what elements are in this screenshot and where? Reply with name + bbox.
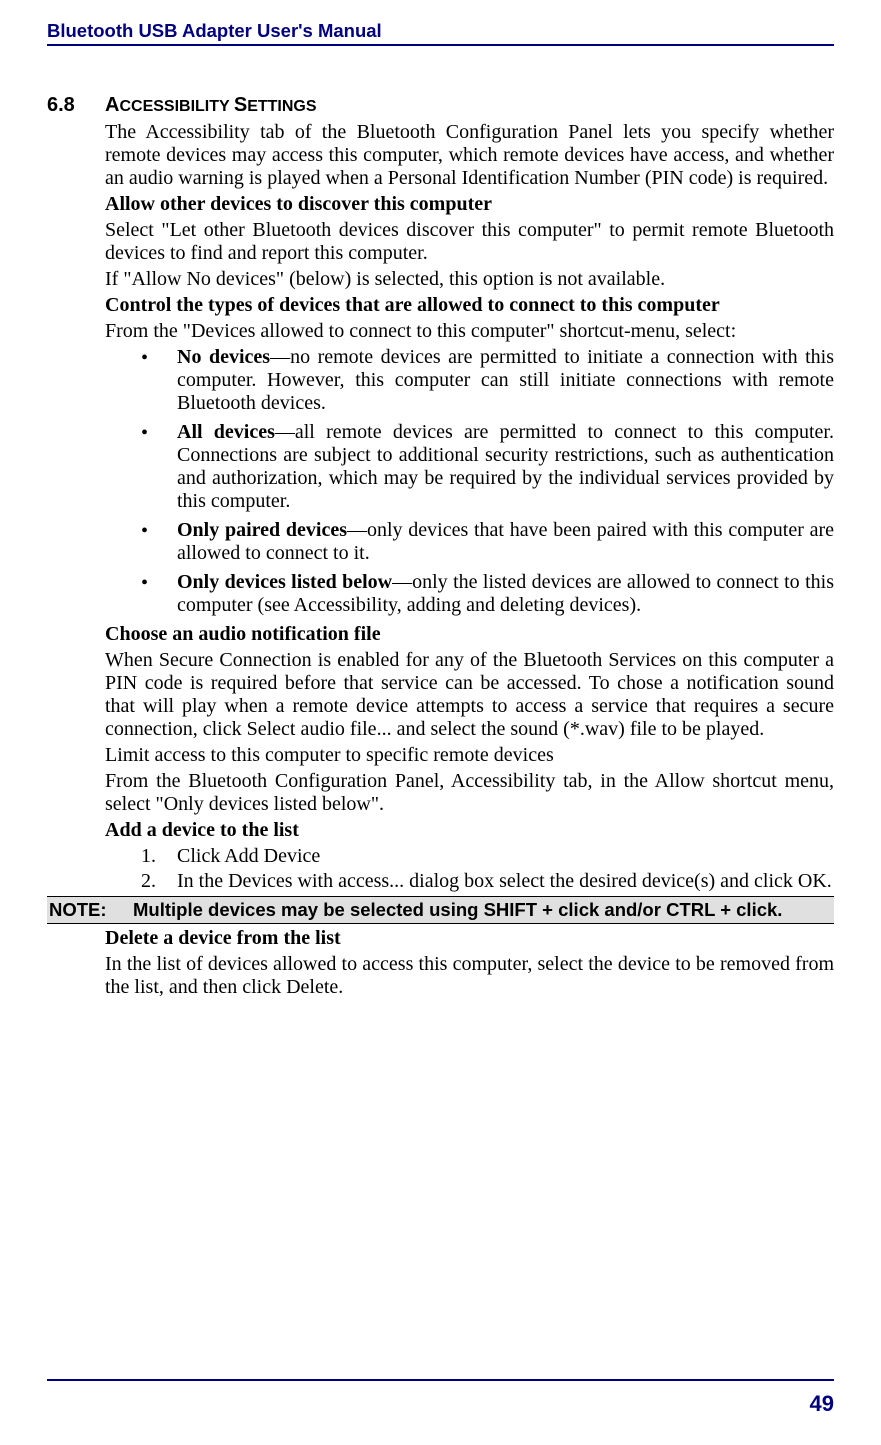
section-title-part: ETTINGS	[247, 98, 316, 115]
list-item: In the Devices with access... dialog box…	[141, 870, 834, 893]
section-title: ACCESSIBILITY SETTINGS	[105, 94, 834, 117]
subheading-audio-file: Choose an audio notification file	[105, 623, 834, 646]
section-title-part: A	[105, 94, 119, 116]
footer-rule	[47, 1379, 834, 1381]
list-item: No devices—no remote devices are permitt…	[141, 346, 834, 415]
subheading-allow-discover: Allow other devices to discover this com…	[105, 193, 834, 216]
bullet-term: All devices	[177, 421, 275, 443]
bullet-text: —all remote devices are permitted to con…	[177, 421, 834, 512]
paragraph: From the "Devices allowed to connect to …	[105, 320, 834, 343]
page-header: Bluetooth USB Adapter User's Manual	[47, 20, 834, 46]
bullet-term: No devices	[177, 346, 270, 368]
subheading-add-device: Add a device to the list	[105, 819, 834, 842]
note-label: NOTE:	[47, 899, 133, 921]
subheading-control-types: Control the types of devices that are al…	[105, 294, 834, 317]
paragraph: In the list of devices allowed to access…	[105, 953, 834, 999]
list-item: Only paired devices—only devices that ha…	[141, 519, 834, 565]
section-title-part: CCESSIBILITY	[119, 98, 233, 115]
bullet-text: —no remote devices are permitted to init…	[177, 346, 834, 414]
paragraph: Limit access to this computer to specifi…	[105, 744, 834, 767]
bullet-term: Only paired devices	[177, 519, 347, 541]
paragraph: If "Allow No devices" (below) is selecte…	[105, 268, 834, 291]
paragraph: Select "Let other Bluetooth devices disc…	[105, 219, 834, 265]
note-bar: NOTE:Multiple devices may be selected us…	[47, 896, 834, 924]
section-title-part: S	[234, 94, 247, 116]
paragraph: From the Bluetooth Configuration Panel, …	[105, 770, 834, 816]
bullet-term: Only devices listed below	[177, 571, 392, 593]
list-item: Click Add Device	[141, 845, 834, 868]
section-number: 6.8	[47, 94, 75, 117]
list-item: All devices—all remote devices are permi…	[141, 421, 834, 513]
paragraph: The Accessibility tab of the Bluetooth C…	[105, 121, 834, 190]
ordered-list: Click Add Device In the Devices with acc…	[141, 845, 834, 893]
list-item: Only devices listed below—only the liste…	[141, 571, 834, 617]
bullet-list: No devices—no remote devices are permitt…	[141, 346, 834, 617]
subheading-delete-device: Delete a device from the list	[105, 927, 834, 950]
page-number: 49	[810, 1391, 834, 1417]
note-text: Multiple devices may be selected using S…	[133, 899, 782, 920]
paragraph: When Secure Connection is enabled for an…	[105, 649, 834, 741]
